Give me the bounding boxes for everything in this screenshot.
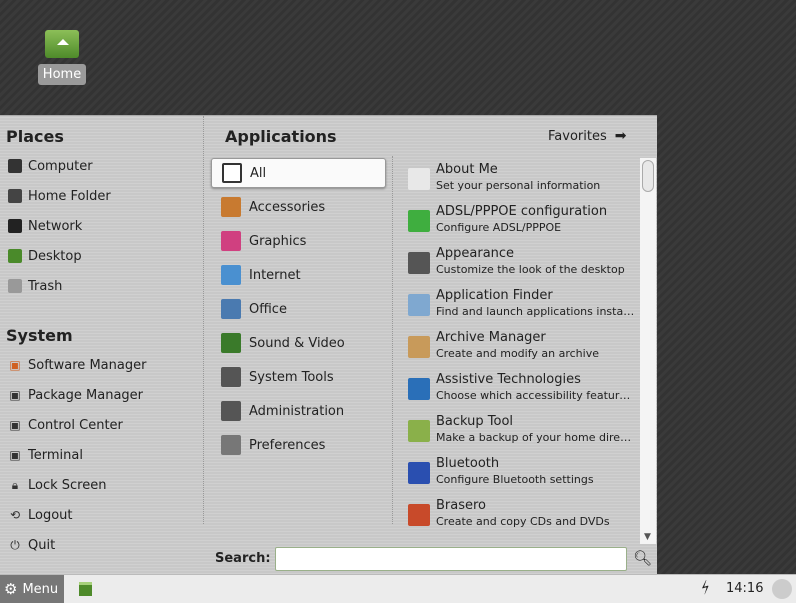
- gear-icon: ⚙: [4, 580, 18, 598]
- menu-button[interactable]: ⚙ Menu: [0, 575, 64, 603]
- about-me-icon: [408, 168, 430, 190]
- scrollbar-thumb[interactable]: [642, 160, 654, 192]
- app-item[interactable]: About Me Set your personal information: [408, 162, 638, 202]
- search-icon[interactable]: 🔍︎: [633, 549, 652, 567]
- network-plug-icon[interactable]: ⚡: [696, 576, 715, 598]
- show-desktop-icon[interactable]: [79, 582, 92, 596]
- taskbar: ⚙ Menu ⚡ 14:16: [0, 574, 796, 603]
- app-item[interactable]: Brasero Create and copy CDs and DVDs: [408, 498, 638, 538]
- app-item[interactable]: Application Finder Find and launch applic…: [408, 288, 638, 328]
- appearance-icon: [408, 252, 430, 274]
- brasero-icon: [408, 504, 430, 526]
- app-item[interactable]: Bluetooth Configure Bluetooth settings: [408, 456, 638, 496]
- assistive-technologies-icon: [408, 378, 430, 400]
- adsl-pppoe-configuration-icon: [408, 210, 430, 232]
- home-folder-icon: [45, 30, 79, 58]
- menu-label: Menu: [22, 581, 59, 597]
- application-menu: Places Computer Home Folder Network Desktop…: [0, 115, 657, 574]
- search-label: Search:: [215, 551, 271, 566]
- archive-manager-icon: [408, 336, 430, 358]
- desktop-home-icon[interactable]: Home: [38, 30, 86, 85]
- user-icon[interactable]: [772, 579, 792, 599]
- clock[interactable]: 14:16: [726, 581, 763, 596]
- search-input[interactable]: [275, 547, 627, 571]
- backup-tool-icon: [408, 420, 430, 442]
- app-item[interactable]: Archive Manager Create and modify an arch…: [408, 330, 638, 370]
- scroll-down-icon[interactable]: ▼: [644, 532, 651, 542]
- bluetooth-icon: [408, 462, 430, 484]
- application-finder-icon: [408, 294, 430, 316]
- app-item[interactable]: Assistive Technologies Choose which acces…: [408, 372, 638, 412]
- app-item[interactable]: Backup Tool Make a backup of your home di…: [408, 414, 638, 454]
- app-item[interactable]: Appearance Customize the look of the desk…: [408, 246, 638, 286]
- home-label: Home: [38, 64, 86, 85]
- app-item[interactable]: ADSL/PPPOE configuration Configure ADSL/P…: [408, 204, 638, 244]
- scrollbar[interactable]: ▼: [640, 158, 656, 544]
